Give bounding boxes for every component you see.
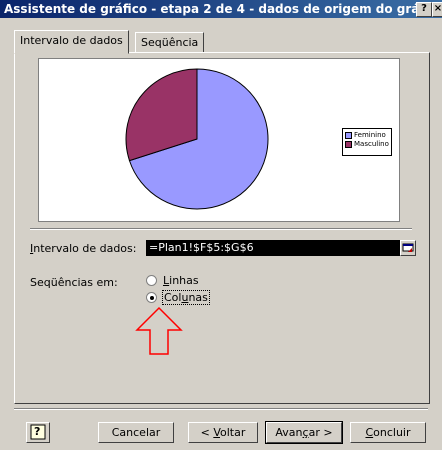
radio-colunas[interactable] [146,292,157,303]
red-arrow-annotation [135,306,183,355]
radio-linhas[interactable] [146,275,157,286]
next-button[interactable]: Avançar > [265,421,343,444]
series-in-label: Seqüências em: [30,276,118,289]
range-input[interactable]: =Plan1!$F$5:$G$6 [146,240,400,256]
legend-item-feminino: Feminino [345,131,391,140]
window-title: Assistente de gráfico - etapa 2 de 4 - d… [4,2,442,16]
close-button[interactable]: × [432,2,442,17]
legend-swatch-masculino [345,140,352,148]
cancel-button[interactable]: Cancelar [98,422,174,443]
legend-label-feminino: Feminino [354,131,386,139]
radio-linhas-label[interactable]: Linhas [163,274,199,287]
legend-item-masculino: Masculino [345,140,391,149]
radio-selected-dot [150,296,154,300]
footer-separator [14,408,428,410]
radio-colunas-label[interactable]: Colunas [162,290,210,305]
separator [30,228,412,230]
title-bar: Assistente de gráfico - etapa 2 de 4 - d… [0,0,442,18]
tab-intervalo-de-dados[interactable]: Intervalo de dados [14,30,129,54]
collapse-dialog-icon [402,243,414,252]
collapse-dialog-button[interactable] [400,240,416,256]
help-glyph: ? [34,425,41,438]
legend-label-masculino: Masculino [354,140,389,148]
range-label: Intervalo de dados: [30,242,137,255]
legend-swatch-feminino [345,131,352,139]
finish-button[interactable]: Concluir [350,422,426,443]
tab-sequencia[interactable]: Seqüência [135,32,205,53]
help-title-button[interactable]: ? [416,2,432,17]
chart-wizard-dialog: Assistente de gráfico - etapa 2 de 4 - d… [0,0,442,450]
chart-legend: Feminino Masculino [342,128,392,156]
back-button[interactable]: < Voltar [188,422,258,443]
